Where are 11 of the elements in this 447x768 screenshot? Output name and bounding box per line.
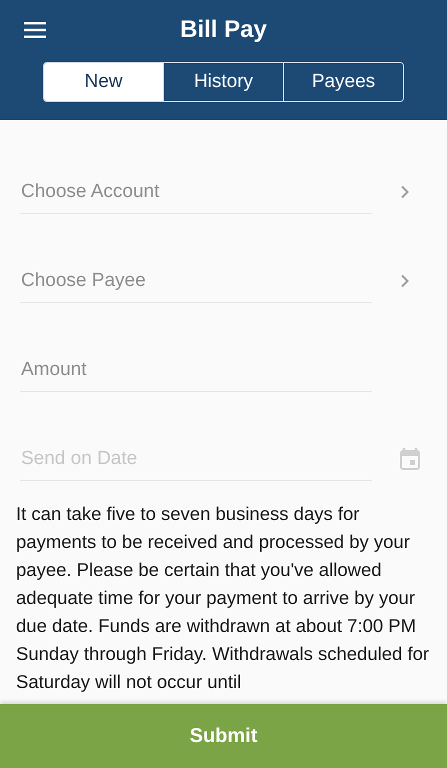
input-field[interactable]: Amount [20, 348, 372, 392]
menu-icon[interactable] [24, 22, 46, 38]
input-field[interactable]: Choose Payee [20, 259, 372, 303]
page-title: Bill Pay [179, 16, 268, 44]
chevron-right-icon[interactable] [400, 274, 410, 288]
tab[interactable]: Payees [283, 63, 403, 101]
chevron-right-icon[interactable] [400, 185, 410, 199]
notice-text: It can take five to seven business days for payments to be received and processed by your payee. Please be certain that you've allowed adequate time for your payment to arrive by your due date. Funds are withdrawn at about 7:00 PM Sunday through Friday. Withdrawals scheduled for Saturday will not occur until [16, 502, 430, 694]
tab[interactable]: New [44, 63, 163, 101]
calendar-icon[interactable] [400, 448, 420, 470]
input-field[interactable]: Choose Account [20, 170, 372, 214]
